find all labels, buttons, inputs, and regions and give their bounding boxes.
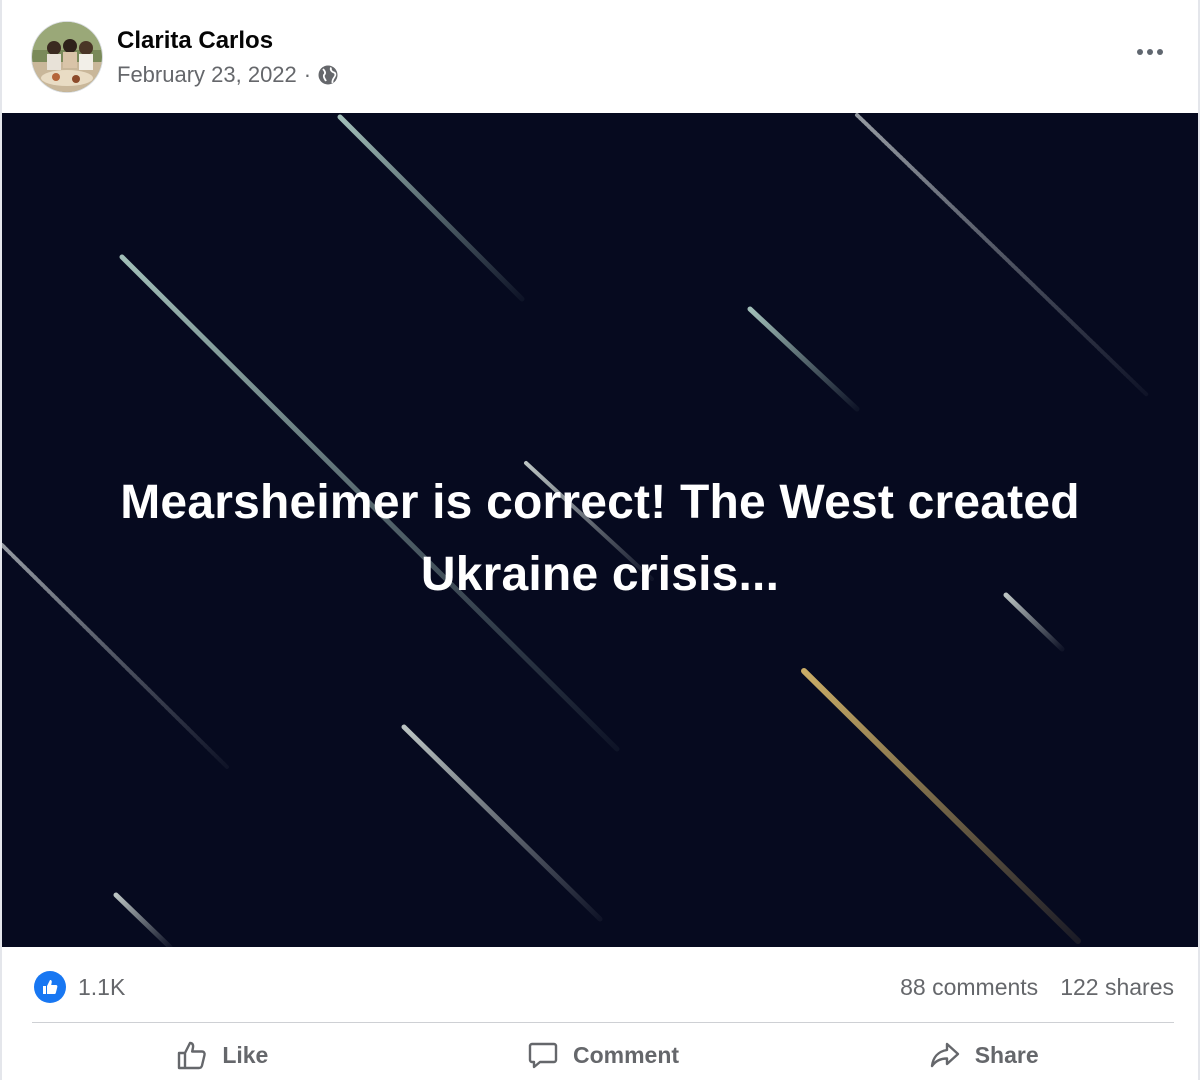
like-button[interactable]: Like [32,1030,413,1080]
overlay-line-2: Ukraine crisis... [420,548,780,601]
share-button[interactable]: Share [793,1030,1174,1080]
post-card: Clarita Carlos February 23, 2022 · Mears… [0,0,1200,1080]
divider [32,1022,1174,1023]
shares-count[interactable]: 122 shares [1060,972,1174,1002]
post-stats: 1.1K 88 comments 122 shares [2,948,1198,1022]
overlay-line-1: Mearsheimer is correct! The West created [120,476,1080,529]
more-options-icon[interactable] [1128,30,1172,74]
share-label: Share [974,1041,1039,1068]
share-arrow-icon [929,1039,961,1071]
author-name[interactable]: Clarita Carlos [117,26,273,56]
image-overlay-text: Mearsheimer is correct! The West created… [42,467,1158,611]
like-label: Like [222,1041,269,1068]
post-date[interactable]: February 23, 2022 [117,62,297,88]
avatar[interactable] [32,22,102,92]
comment-label: Comment [572,1041,680,1068]
action-bar: Like Comment Share [32,1030,1174,1080]
globe-icon[interactable] [317,64,339,86]
post-meta: February 23, 2022 · [117,60,339,90]
post-header: Clarita Carlos February 23, 2022 · [2,0,1198,112]
like-icon[interactable] [34,971,66,1003]
thumbs-up-icon [176,1039,208,1071]
engagement-counts: 88 comments 122 shares [900,972,1174,1002]
meta-separator: · [303,62,312,87]
comments-count[interactable]: 88 comments [900,972,1038,1002]
comment-button[interactable]: Comment [413,1030,794,1080]
post-image[interactable]: Mearsheimer is correct! The West created… [2,113,1198,947]
reaction-count[interactable]: 1.1K [78,972,125,1002]
comment-icon [527,1039,559,1071]
